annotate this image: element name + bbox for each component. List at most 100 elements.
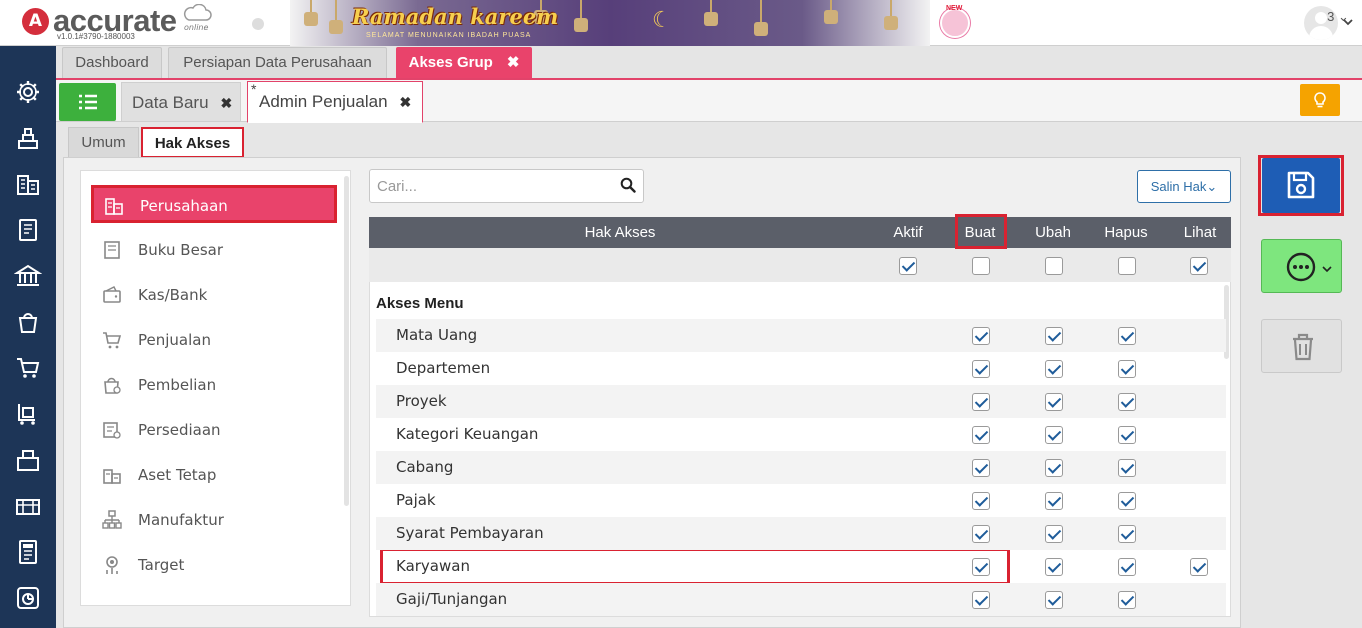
- user-name[interactable]: Afi Fitriani: [1100, 26, 1290, 38]
- tab-akses-grup[interactable]: Akses Grup ✖: [396, 47, 532, 78]
- delete-button[interactable]: [1261, 319, 1342, 373]
- help-icon[interactable]: [1043, 10, 1069, 36]
- checkbox-hapus[interactable]: [1118, 426, 1136, 444]
- ledger-book-icon[interactable]: [14, 216, 42, 244]
- module-kas-bank[interactable]: Kas/Bank: [91, 276, 337, 314]
- building-icon[interactable]: [14, 170, 42, 198]
- company-stamp-icon[interactable]: [14, 124, 42, 152]
- column-header-hapus[interactable]: Hapus: [1096, 217, 1156, 248]
- row-label: Karyawan: [396, 557, 470, 575]
- search-field: [369, 169, 644, 203]
- checkbox-hapus[interactable]: [1118, 393, 1136, 411]
- checkbox-hapus[interactable]: [1118, 492, 1136, 510]
- crescent-moon-icon: ☾: [652, 8, 672, 33]
- filter-checkbox-ubah[interactable]: [1045, 257, 1063, 275]
- checkbox-ubah[interactable]: [1045, 393, 1063, 411]
- filter-checkbox-aktif[interactable]: [899, 257, 917, 275]
- filter-checkbox-hapus[interactable]: [1118, 257, 1136, 275]
- checkbox-buat[interactable]: [972, 327, 990, 345]
- purchase-trolley-icon[interactable]: [14, 400, 42, 428]
- column-header-aktif[interactable]: Aktif: [878, 217, 938, 248]
- subtab-umum[interactable]: Umum: [68, 127, 139, 158]
- search-input[interactable]: [370, 170, 610, 202]
- filter-checkbox-lihat[interactable]: [1190, 257, 1208, 275]
- save-button[interactable]: [1262, 158, 1340, 213]
- module-aset-tetap[interactable]: Aset Tetap: [91, 456, 337, 494]
- module-persediaan[interactable]: Persediaan: [91, 411, 337, 449]
- section-akses-menu: Akses Menu: [376, 295, 464, 312]
- checkbox-buat[interactable]: [972, 426, 990, 444]
- checkbox-ubah[interactable]: [1045, 459, 1063, 477]
- checkbox-hapus[interactable]: [1118, 459, 1136, 477]
- checkbox-hapus[interactable]: [1118, 525, 1136, 543]
- more-actions-button[interactable]: [1261, 239, 1342, 293]
- column-header-buat[interactable]: Buat: [950, 217, 1010, 248]
- row-label: Departemen: [396, 359, 491, 377]
- inventory-icon[interactable]: [14, 446, 42, 474]
- checkbox-ubah[interactable]: [1045, 327, 1063, 345]
- tips-button[interactable]: [1300, 84, 1340, 116]
- filter-checkbox-buat[interactable]: [972, 257, 990, 275]
- column-header-ubah[interactable]: Ubah: [1023, 217, 1083, 248]
- tab-count-dropdown[interactable]: 3 ⌄: [1318, 6, 1358, 28]
- company-name[interactable]: CV Mitra Spesialis: [1100, 6, 1290, 24]
- settings-gear-icon[interactable]: [14, 78, 42, 106]
- checkbox-hapus[interactable]: [1118, 558, 1136, 576]
- module-pembelian[interactable]: Pembelian: [91, 366, 337, 404]
- checkbox-ubah[interactable]: [1045, 426, 1063, 444]
- salin-hak-button[interactable]: Salin Hak⌄: [1137, 170, 1231, 203]
- warehouse-icon[interactable]: [14, 492, 42, 520]
- close-icon[interactable]: ✖: [400, 94, 412, 110]
- close-icon[interactable]: ✖: [507, 54, 520, 71]
- module-list-scrollbar[interactable]: [344, 176, 349, 506]
- sidebar: [0, 46, 56, 628]
- checkbox-buat[interactable]: [972, 525, 990, 543]
- checkbox-hapus[interactable]: [1118, 591, 1136, 609]
- checkbox-ubah[interactable]: [1045, 492, 1063, 510]
- close-icon[interactable]: ✖: [221, 95, 233, 111]
- checkbox-hapus[interactable]: [1118, 327, 1136, 345]
- module-buku-besar[interactable]: Buku Besar: [91, 231, 337, 269]
- tab-admin-penjualan[interactable]: * Admin Penjualan ✖: [247, 81, 423, 123]
- tab-persiapan-data[interactable]: Persiapan Data Perusahaan: [168, 47, 387, 78]
- cart-icon[interactable]: [14, 354, 42, 382]
- tax-document-icon[interactable]: [14, 538, 42, 566]
- tab-data-baru[interactable]: Data Baru ✖: [121, 82, 241, 122]
- subtab-hak-akses[interactable]: Hak Akses: [141, 127, 244, 158]
- checkbox-buat[interactable]: [972, 558, 990, 576]
- checkbox-ubah[interactable]: [1045, 525, 1063, 543]
- tab-label: Dashboard: [75, 54, 149, 71]
- search-icon[interactable]: [993, 10, 1019, 36]
- module-target[interactable]: Target: [91, 546, 337, 584]
- search-icon[interactable]: [620, 177, 636, 193]
- tab-dashboard[interactable]: Dashboard: [62, 47, 162, 78]
- report-chart-icon[interactable]: [14, 584, 42, 612]
- column-header-hak-akses[interactable]: Hak Akses: [369, 217, 871, 248]
- row-label: Pajak: [396, 491, 436, 509]
- table-row: Proyek: [376, 385, 1226, 418]
- more-options-icon: [1286, 252, 1316, 282]
- checkbox-buat[interactable]: [972, 492, 990, 510]
- checkbox-buat[interactable]: [972, 591, 990, 609]
- checkbox-buat[interactable]: [972, 393, 990, 411]
- row-label: Cabang: [396, 458, 454, 476]
- module-manufaktur[interactable]: Manufaktur: [91, 501, 337, 539]
- sales-tag-icon[interactable]: [14, 308, 42, 336]
- module-perusahaan[interactable]: Perusahaan: [91, 185, 337, 223]
- mascot-avatar-icon[interactable]: [940, 8, 970, 38]
- checkbox-ubah[interactable]: [1045, 591, 1063, 609]
- table-row: Kategori Keuangan: [376, 418, 1226, 451]
- checkbox-hapus[interactable]: [1118, 360, 1136, 378]
- checkbox-lihat[interactable]: [1190, 558, 1208, 576]
- checkbox-buat[interactable]: [972, 360, 990, 378]
- bank-icon[interactable]: [14, 262, 42, 290]
- module-label: Penjualan: [138, 331, 211, 349]
- list-view-button[interactable]: [59, 83, 116, 121]
- checkbox-buat[interactable]: [972, 459, 990, 477]
- module-penjualan[interactable]: Penjualan: [91, 321, 337, 359]
- checkbox-ubah[interactable]: [1045, 558, 1063, 576]
- column-header-lihat[interactable]: Lihat: [1170, 217, 1230, 248]
- checkbox-ubah[interactable]: [1045, 360, 1063, 378]
- trash-icon: [1293, 333, 1313, 361]
- row-label: Proyek: [396, 392, 447, 410]
